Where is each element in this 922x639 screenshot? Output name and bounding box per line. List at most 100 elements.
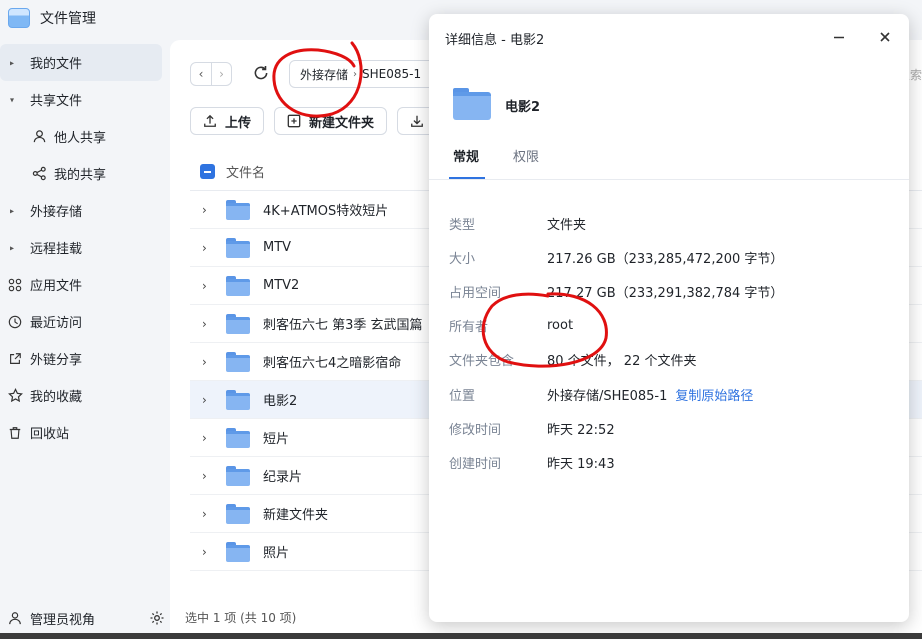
sidebar-item-label: 我的共享	[54, 168, 107, 183]
app-title: 文件管理	[40, 11, 96, 27]
property-value: 外接存储/SHE085-1	[547, 388, 668, 404]
breadcrumb[interactable]: 外接存储 › SHE085-1	[289, 60, 439, 88]
sidebar-item-label: 外链分享	[30, 353, 83, 368]
apps-icon	[7, 277, 23, 293]
new-folder-button[interactable]: 新建文件夹	[274, 107, 388, 135]
link-share-icon	[7, 351, 23, 367]
property-label: 所有者	[449, 320, 489, 336]
expand-chevron-icon[interactable]: ›	[202, 279, 216, 293]
property-value: 文件夹	[547, 217, 587, 233]
property-label: 占用空间	[449, 285, 502, 301]
expand-chevron-icon[interactable]: ›	[202, 203, 216, 217]
file-name: MTV2	[263, 278, 300, 293]
property-label: 大小	[449, 251, 476, 267]
file-name: 短片	[263, 432, 290, 447]
sidebar-item-label: 外接存储	[30, 205, 83, 220]
selection-status: 选中 1 项 (共 10 项)	[185, 611, 297, 625]
copy-original-path-link[interactable]: 复制原始路径	[675, 385, 753, 404]
breadcrumb-separator: ›	[353, 68, 358, 80]
sidebar-item-recent[interactable]: 最近访问	[0, 303, 162, 340]
sidebar-item-remote-mount[interactable]: ▸ 远程挂载	[0, 229, 162, 266]
property-location: 位置 外接存储/SHE085-1 复制原始路径	[449, 377, 899, 411]
sidebar-item-label: 应用文件	[30, 279, 83, 294]
active-tab-indicator	[449, 177, 485, 179]
upload-button[interactable]: 上传	[190, 107, 265, 135]
file-name: 刺客伍六七4之暗影宿命	[263, 356, 402, 371]
admin-user-icon	[8, 611, 22, 625]
sidebar-item-label: 远程挂载	[30, 242, 83, 257]
back-button[interactable]: ‹	[191, 63, 211, 85]
expand-chevron-icon[interactable]: ›	[202, 545, 216, 559]
property-owner: 所有者 root	[449, 309, 899, 343]
sidebar-item-my-shares[interactable]: 我的共享	[0, 155, 162, 192]
details-dialog: 详细信息 - 电影2 电影2 常规 权限 类型 文件夹 大小 217.26 GB…	[429, 14, 909, 622]
sidebar-item-app-files[interactable]: 应用文件	[0, 266, 162, 303]
download-icon	[410, 114, 424, 128]
breadcrumb-item[interactable]: 外接存储	[300, 66, 348, 83]
caret-right-icon: ▸	[10, 58, 15, 67]
property-size: 大小 217.26 GB（233,285,472,200 字节）	[449, 240, 899, 274]
folder-icon	[226, 465, 250, 486]
folder-icon	[226, 199, 250, 220]
property-value: 217.26 GB（233,285,472,200 字节）	[547, 251, 784, 267]
folder-icon	[226, 389, 250, 410]
property-value: 217.27 GB（233,291,382,784 字节）	[547, 285, 784, 301]
gear-icon[interactable]	[149, 610, 165, 626]
expand-chevron-icon[interactable]: ›	[202, 431, 216, 445]
property-value: 昨天 19:43	[547, 456, 615, 472]
folder-icon	[226, 351, 250, 372]
select-all-checkbox[interactable]	[200, 164, 215, 179]
caret-right-icon: ▸	[10, 243, 15, 252]
file-name: 纪录片	[263, 470, 303, 485]
expand-chevron-icon[interactable]: ›	[202, 469, 216, 483]
desktop-taskbar-edge	[0, 633, 922, 639]
file-manager-logo-icon	[8, 8, 30, 28]
tab-permissions[interactable]: 权限	[513, 146, 539, 165]
property-contents: 文件夹包含 80 个文件， 22 个文件夹	[449, 343, 899, 377]
tab-general[interactable]: 常规	[453, 146, 479, 165]
sidebar-item-label: 共享文件	[30, 94, 83, 109]
property-value: 80 个文件， 22 个文件夹	[547, 354, 697, 370]
folder-icon	[226, 237, 250, 258]
close-icon[interactable]	[878, 30, 892, 44]
property-value: root	[547, 318, 574, 334]
sidebar-item-shared-files[interactable]: ▾ 共享文件	[0, 81, 162, 118]
sidebar-item-favorites[interactable]: 我的收藏	[0, 377, 162, 414]
sidebar-item-external-storage[interactable]: ▸ 外接存储	[0, 192, 162, 229]
admin-view-toggle[interactable]: 管理员视角	[0, 603, 165, 633]
expand-chevron-icon[interactable]: ›	[202, 241, 216, 255]
upload-label: 上传	[225, 115, 252, 131]
sidebar-item-label: 最近访问	[30, 316, 83, 331]
navigation-toolbar: ‹ ›	[190, 60, 272, 88]
properties-list: 类型 文件夹 大小 217.26 GB（233,285,472,200 字节） …	[449, 206, 899, 480]
user-icon	[31, 129, 47, 145]
folder-icon	[226, 313, 250, 334]
property-type: 类型 文件夹	[449, 206, 899, 240]
column-header-name[interactable]: 文件名	[226, 162, 265, 181]
file-name: 4K+ATMOS特效短片	[263, 204, 389, 219]
property-created-time: 创建时间 昨天 19:43	[449, 445, 899, 479]
sidebar-item-shared-by-others[interactable]: 他人共享	[0, 118, 162, 155]
sidebar-item-my-files[interactable]: ▸ 我的文件	[0, 44, 162, 81]
dialog-tabs: 常规 权限	[429, 142, 909, 180]
minimize-icon[interactable]	[832, 30, 846, 44]
sidebar-item-label: 我的文件	[30, 57, 83, 72]
sidebar-item-label: 我的收藏	[30, 390, 83, 405]
folder-icon	[226, 503, 250, 524]
refresh-icon[interactable]	[252, 64, 272, 84]
sidebar-item-recycle-bin[interactable]: 回收站	[0, 414, 162, 451]
expand-chevron-icon[interactable]: ›	[202, 507, 216, 521]
new-folder-label: 新建文件夹	[309, 115, 375, 131]
star-icon	[7, 388, 23, 404]
sidebar-item-label: 他人共享	[54, 131, 107, 146]
property-label: 文件夹包含	[449, 354, 515, 370]
breadcrumb-item[interactable]: SHE085-1	[362, 67, 421, 81]
expand-chevron-icon[interactable]: ›	[202, 317, 216, 331]
property-value: 昨天 22:52	[547, 422, 615, 438]
sidebar-item-link-shares[interactable]: 外链分享	[0, 340, 162, 377]
folder-icon	[226, 541, 250, 562]
forward-button[interactable]: ›	[211, 63, 231, 85]
expand-chevron-icon[interactable]: ›	[202, 355, 216, 369]
dialog-title: 详细信息 - 电影2	[445, 33, 545, 48]
expand-chevron-icon[interactable]: ›	[202, 393, 216, 407]
